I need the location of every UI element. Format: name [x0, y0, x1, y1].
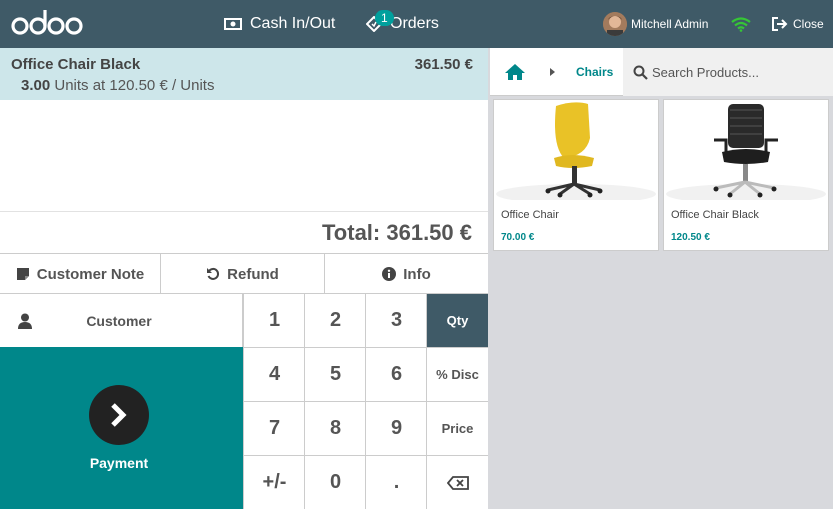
order-summary: Total: 361.50 € — [0, 211, 488, 253]
numpad-key-5[interactable]: 5 — [304, 347, 366, 401]
note-icon — [16, 268, 29, 280]
undo-icon — [207, 267, 220, 280]
refund-label: Refund — [227, 265, 279, 283]
sign-out-icon — [772, 17, 788, 31]
product-image — [494, 100, 658, 200]
numpad-key-9[interactable]: 9 — [365, 401, 427, 455]
odoo-logo[interactable] — [10, 8, 84, 38]
control-buttons: Customer Note Refund Info — [0, 253, 488, 294]
customer-note-button[interactable]: Customer Note — [0, 254, 161, 294]
cash-in-out-label: Cash In/Out — [250, 15, 336, 32]
order-line-price: 361.50 € — [414, 56, 473, 73]
orders-label: Orders — [390, 15, 439, 32]
wifi-icon — [731, 16, 751, 32]
close-button[interactable]: Close — [772, 0, 824, 48]
payment-button[interactable]: Payment — [0, 347, 243, 509]
numpad-key-0[interactable]: 0 — [304, 455, 366, 509]
set-customer-button[interactable]: Customer — [0, 293, 243, 347]
mode-qty-button[interactable]: Qty — [426, 293, 488, 347]
product-name: Office Chair — [501, 209, 559, 221]
numpad-key-8[interactable]: 8 — [304, 401, 366, 455]
product-image — [664, 100, 828, 200]
avatar — [603, 12, 627, 36]
category-bar: Chairs — [490, 48, 833, 96]
refund-button[interactable]: Refund — [161, 254, 325, 294]
numpad-key-4[interactable]: 4 — [243, 347, 305, 401]
user-menu[interactable]: Mitchell Admin — [603, 0, 708, 48]
product-search[interactable] — [623, 48, 833, 96]
numpad-key-plus-minus[interactable]: +/- — [243, 455, 305, 509]
orders-count-badge: 1 — [375, 10, 394, 26]
backspace-icon — [446, 475, 469, 490]
breadcrumb-separator-icon — [550, 68, 555, 76]
top-bar: Cash In/Out 1 Orders Mitchell Admin Clos… — [0, 0, 833, 48]
customer-label: Customer — [86, 312, 152, 329]
search-input[interactable] — [652, 62, 827, 82]
numpad-area: Customer Payment 1 2 3 Qty 4 5 6 % Disc … — [0, 293, 488, 509]
info-icon — [382, 267, 397, 281]
search-icon — [633, 65, 648, 80]
numpad-key-6[interactable]: 6 — [365, 347, 427, 401]
cash-in-out-button[interactable]: Cash In/Out — [224, 0, 335, 48]
product-card[interactable]: Office Chair Black 120.50 € — [663, 99, 829, 251]
chevron-right-icon — [111, 403, 127, 427]
numpad-key-7[interactable]: 7 — [243, 401, 305, 455]
products-pane: Chairs Office Chair 70.00 € — [490, 48, 833, 509]
info-label: Info — [403, 265, 431, 283]
orders-button[interactable]: 1 Orders — [366, 0, 439, 48]
mode-price-button[interactable]: Price — [426, 401, 488, 455]
product-card[interactable]: Office Chair 70.00 € — [493, 99, 659, 251]
product-price: 70.00 € — [501, 232, 535, 243]
numpad-key-2[interactable]: 2 — [304, 293, 366, 347]
order-pane: Office Chair Black 361.50 € 3.00 Units a… — [0, 48, 488, 509]
order-total: Total: 361.50 € — [322, 220, 472, 245]
backspace-button[interactable] — [426, 455, 488, 509]
numpad-key-3[interactable]: 3 — [365, 293, 427, 347]
order-line-detail: Units at 120.50 € / Units — [54, 77, 215, 94]
payment-circle — [89, 385, 149, 445]
product-price: 120.50 € — [671, 232, 710, 243]
home-icon[interactable] — [504, 63, 526, 81]
product-name: Office Chair Black — [671, 209, 759, 221]
numpad-key-decimal[interactable]: . — [365, 455, 427, 509]
close-label: Close — [793, 17, 824, 31]
order-line-name: Office Chair Black — [11, 56, 141, 73]
breadcrumb-chairs[interactable]: Chairs — [576, 65, 613, 79]
order-line-info: 3.00 Units at 120.50 € / Units — [21, 77, 214, 94]
user-name: Mitchell Admin — [631, 17, 709, 31]
mode-discount-button[interactable]: % Disc — [426, 347, 488, 401]
cash-icon — [224, 18, 242, 30]
order-line-qty: 3.00 — [21, 77, 51, 94]
payment-label: Payment — [89, 455, 149, 471]
info-button[interactable]: Info — [325, 254, 488, 294]
connection-status[interactable] — [731, 0, 759, 48]
customer-note-label: Customer Note — [36, 265, 145, 283]
numpad-key-1[interactable]: 1 — [243, 293, 305, 347]
order-line[interactable]: Office Chair Black 361.50 € 3.00 Units a… — [0, 48, 488, 100]
